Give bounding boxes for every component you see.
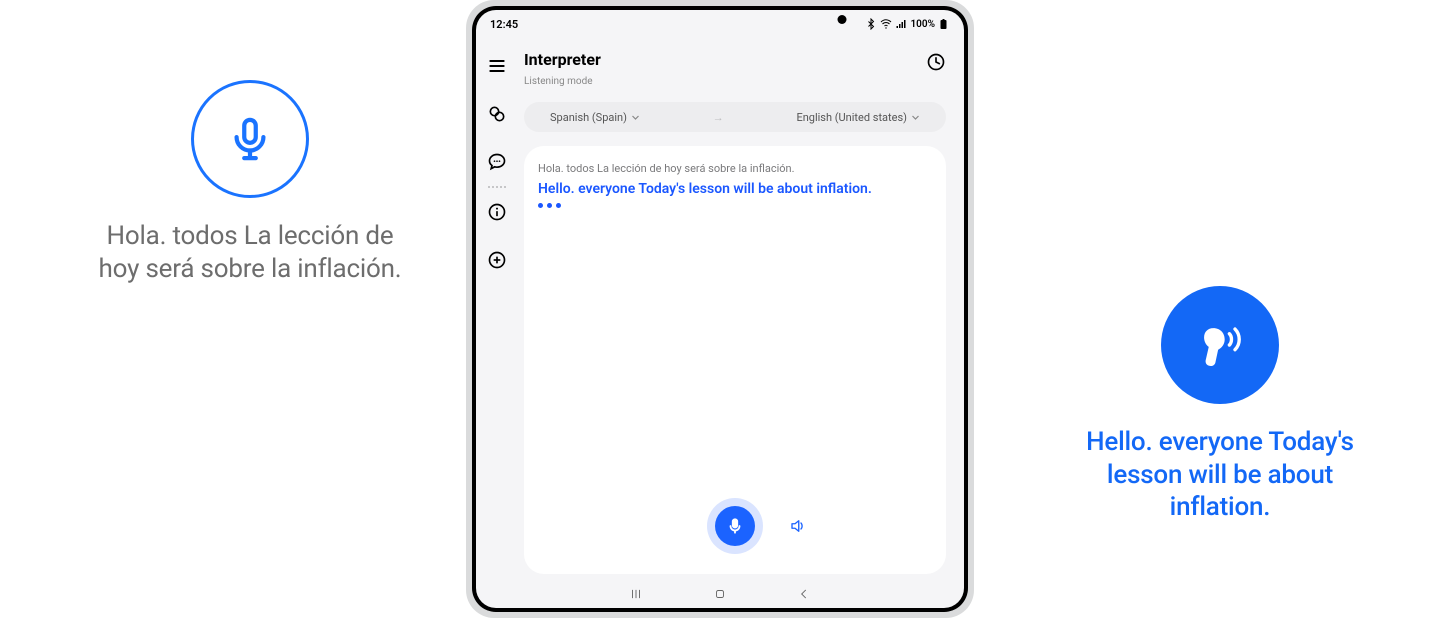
microphone-circle-icon (191, 80, 309, 198)
wifi-icon (880, 18, 892, 30)
history-icon[interactable] (926, 52, 946, 72)
info-icon[interactable] (487, 202, 507, 222)
earbud-circle-icon (1161, 286, 1279, 404)
target-text: Hello. everyone Today's lesson will be a… (538, 181, 932, 197)
source-text: Hola. todos La lección de hoy será sobre… (538, 162, 932, 175)
language-bar: Spanish (Spain) → English (United states… (524, 102, 946, 132)
loading-dots-icon (538, 203, 932, 208)
side-rail (476, 34, 518, 580)
device-nav-bar (476, 580, 964, 608)
page-title: Interpreter (524, 50, 601, 69)
translation-card: Hola. todos La lección de hoy será sobre… (524, 146, 946, 574)
menu-icon[interactable] (487, 56, 507, 76)
mic-button[interactable] (715, 506, 755, 546)
chevron-down-icon (911, 113, 920, 122)
source-speech-callout: Hola. todos La lección de hoy será sobre… (90, 80, 410, 285)
camera-hole (838, 15, 847, 24)
source-language-select[interactable]: Spanish (Spain) (550, 111, 640, 124)
microphone-icon (726, 517, 744, 535)
page-subtitle: Listening mode (524, 76, 593, 87)
status-bar: 12:45 100% (476, 10, 964, 34)
speaker-icon[interactable] (789, 517, 807, 535)
target-speech-callout: Hello. everyone Today's lesson will be a… (1060, 286, 1380, 524)
target-language-select[interactable]: English (United states) (796, 111, 920, 124)
earbud-icon (1190, 315, 1250, 375)
signal-icon (895, 18, 907, 30)
home-button[interactable] (713, 587, 727, 601)
recents-button[interactable] (629, 587, 643, 601)
target-speech-text: Hello. everyone Today's lesson will be a… (1060, 426, 1380, 524)
bluetooth-icon (865, 18, 877, 30)
status-time: 12:45 (490, 18, 518, 31)
battery-percent: 100% (910, 19, 935, 30)
rail-divider (488, 186, 506, 188)
battery-icon (938, 18, 950, 30)
device-frame: 12:45 100% (466, 0, 974, 618)
page-title-block: Interpreter Listening mode (524, 50, 601, 88)
microphone-icon (227, 116, 273, 162)
language-arrow-icon: → (713, 111, 724, 124)
back-button[interactable] (797, 587, 811, 601)
device-screen: 12:45 100% (476, 10, 964, 608)
mic-pulse (707, 498, 763, 554)
chevron-down-icon (631, 113, 640, 122)
source-speech-text: Hola. todos La lección de hoy será sobre… (90, 220, 410, 285)
dual-circles-icon[interactable] (487, 104, 507, 124)
add-icon[interactable] (487, 250, 507, 270)
chat-icon[interactable] (487, 152, 507, 172)
